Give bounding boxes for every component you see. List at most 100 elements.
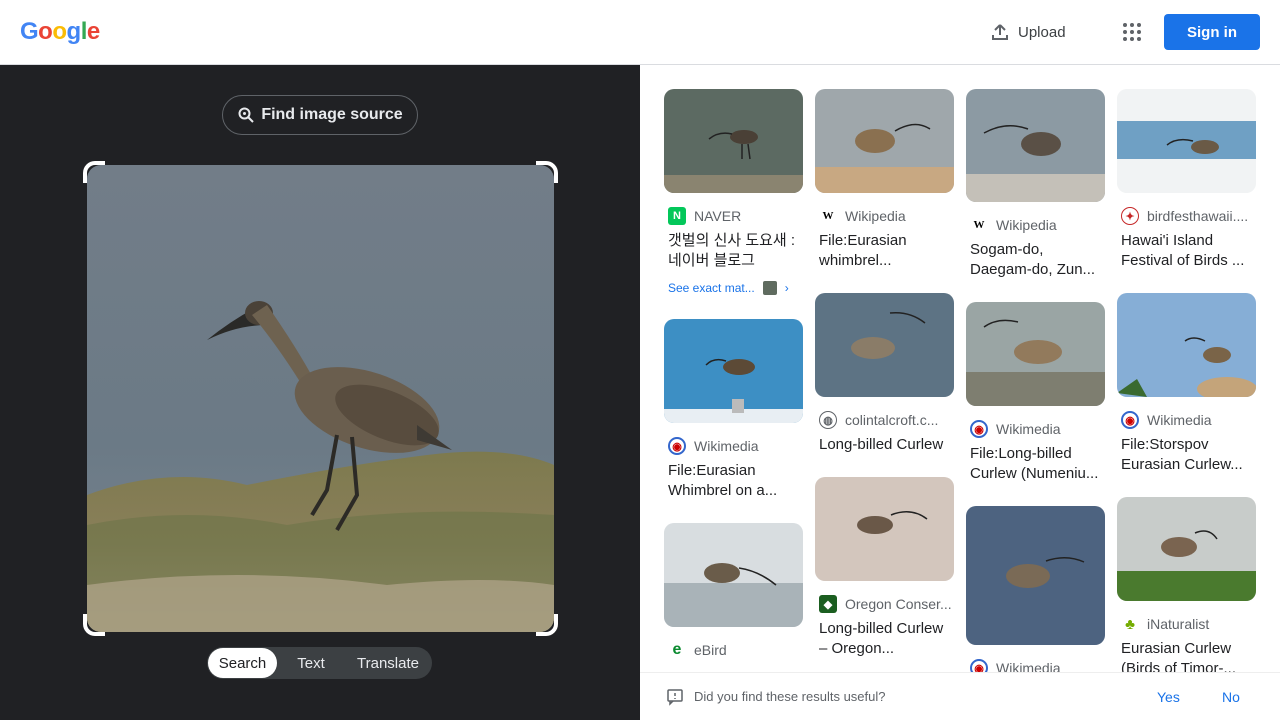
exact-match-label: See exact mat... bbox=[668, 281, 755, 295]
result-title[interactable]: File:Long-billed Curlew (Numeniu... bbox=[966, 444, 1105, 484]
source-name: colintalcroft.c... bbox=[845, 412, 939, 428]
result-title[interactable]: 갯벌의 신사 도요새 : 네이버 블로그 bbox=[664, 231, 803, 271]
globe-icon: ◍ bbox=[819, 411, 837, 429]
result-title[interactable]: Sogam-do, Daegam-do, Zun... bbox=[966, 240, 1105, 280]
find-image-source-label: Find image source bbox=[261, 106, 403, 123]
tab-search[interactable]: Search bbox=[208, 648, 277, 678]
google-logo[interactable]: Google bbox=[20, 18, 100, 46]
result-source[interactable]: ◉ Wikimedia bbox=[966, 420, 1105, 438]
result-thumbnail[interactable] bbox=[815, 89, 954, 193]
result-card[interactable]: N NAVER 갯벌의 신사 도요새 : 네이버 블로그 See exact m… bbox=[664, 89, 803, 295]
chevron-right-icon: › bbox=[784, 281, 789, 295]
exact-match-thumbnail bbox=[762, 281, 777, 295]
tab-text[interactable]: Text bbox=[277, 648, 345, 678]
source-name: eBird bbox=[694, 642, 727, 658]
mode-switcher: Search Text Translate bbox=[207, 647, 432, 679]
crop-handle-top-left[interactable] bbox=[83, 161, 105, 183]
result-title[interactable]: Long-billed Curlew bbox=[815, 435, 954, 455]
result-title[interactable]: File:Eurasian Whimbrel on a... bbox=[664, 461, 803, 501]
oregon-conservation-icon: ◆ bbox=[819, 595, 837, 613]
source-name: Oregon Conser... bbox=[845, 596, 952, 612]
result-card[interactable]: ◉ Wikimedia bbox=[966, 506, 1105, 677]
result-thumbnail[interactable] bbox=[966, 506, 1105, 645]
crop-handle-bottom-left[interactable] bbox=[83, 614, 105, 636]
result-card[interactable]: W Wikipedia File:Eurasian whimbrel... bbox=[815, 89, 954, 271]
result-card[interactable]: ♣ iNaturalist Eurasian Curlew (Birds of … bbox=[1117, 497, 1256, 679]
feedback-no-button[interactable]: No bbox=[1222, 689, 1240, 705]
result-title[interactable]: Long-billed Curlew – Oregon... bbox=[815, 619, 954, 659]
result-card[interactable]: ◆ Oregon Conser... Long-billed Curlew – … bbox=[815, 477, 954, 659]
tab-translate[interactable]: Translate bbox=[345, 648, 431, 678]
result-source[interactable]: ♣ iNaturalist bbox=[1117, 615, 1256, 633]
logo-letter: o bbox=[52, 18, 67, 45]
source-name: NAVER bbox=[694, 208, 742, 224]
source-name: Wikimedia bbox=[1147, 412, 1212, 428]
query-photo bbox=[87, 165, 554, 632]
result-card[interactable]: ◍ colintalcroft.c... Long-billed Curlew bbox=[815, 293, 954, 455]
crop-selection[interactable] bbox=[83, 161, 558, 636]
apps-grid-icon[interactable] bbox=[1120, 20, 1144, 44]
result-thumbnail[interactable] bbox=[664, 319, 803, 423]
results-column: N NAVER 갯벌의 신사 도요새 : 네이버 블로그 See exact m… bbox=[664, 89, 803, 659]
feedback-icon bbox=[667, 688, 683, 706]
result-thumbnail[interactable] bbox=[664, 89, 803, 193]
result-thumbnail[interactable] bbox=[1117, 497, 1256, 601]
result-source[interactable]: W Wikipedia bbox=[815, 207, 954, 225]
query-image-panel: Find image source Search Text Translate bbox=[0, 65, 640, 720]
result-source[interactable]: ◉ Wikimedia bbox=[664, 437, 803, 455]
result-card[interactable]: ✦ birdfesthawaii.... Hawai'i Island Fest… bbox=[1117, 89, 1256, 271]
result-source[interactable]: N NAVER bbox=[664, 207, 803, 225]
results-column: W Wikipedia Sogam-do, Daegam-do, Zun... … bbox=[966, 89, 1105, 677]
result-source[interactable]: ✦ birdfesthawaii.... bbox=[1117, 207, 1256, 225]
result-source[interactable]: ◍ colintalcroft.c... bbox=[815, 411, 954, 429]
see-exact-matches-link[interactable]: See exact mat... › bbox=[664, 281, 803, 295]
result-card[interactable]: ◉ Wikimedia File:Eurasian Whimbrel on a.… bbox=[664, 319, 803, 501]
wikipedia-icon: W bbox=[973, 219, 985, 231]
result-card[interactable]: ◉ Wikimedia File:Long-billed Curlew (Num… bbox=[966, 302, 1105, 484]
logo-letter: e bbox=[86, 18, 100, 45]
ebird-icon: e bbox=[672, 641, 682, 658]
crop-handle-bottom-right[interactable] bbox=[536, 614, 558, 636]
lens-search-icon bbox=[238, 107, 255, 123]
result-card[interactable]: W Wikipedia Sogam-do, Daegam-do, Zun... bbox=[966, 89, 1105, 280]
logo-letter: o bbox=[38, 18, 53, 45]
wikimedia-icon: ◉ bbox=[668, 437, 686, 455]
source-name: Wikipedia bbox=[845, 208, 906, 224]
result-thumbnail[interactable] bbox=[966, 89, 1105, 202]
result-thumbnail[interactable] bbox=[664, 523, 803, 627]
feedback-yes-button[interactable]: Yes bbox=[1157, 689, 1180, 705]
inaturalist-icon: ♣ bbox=[1125, 615, 1135, 633]
result-source[interactable]: ◉ Wikimedia bbox=[1117, 411, 1256, 429]
upload-label: Upload bbox=[1018, 23, 1066, 41]
result-thumbnail[interactable] bbox=[815, 293, 954, 397]
wikimedia-icon: ◉ bbox=[1121, 411, 1139, 429]
logo-letter: G bbox=[20, 18, 39, 45]
source-name: Wikipedia bbox=[996, 217, 1057, 233]
result-thumbnail[interactable] bbox=[966, 302, 1105, 406]
result-title[interactable]: File:Eurasian whimbrel... bbox=[815, 231, 954, 271]
top-header: Google Upload Sign in bbox=[0, 0, 1280, 65]
naver-icon: N bbox=[668, 207, 686, 225]
results-column: ✦ birdfesthawaii.... Hawai'i Island Fest… bbox=[1117, 89, 1256, 679]
result-source[interactable]: W Wikipedia bbox=[966, 216, 1105, 234]
feedback-bar: Did you find these results useful? Yes N… bbox=[640, 672, 1280, 720]
find-image-source-button[interactable]: Find image source bbox=[222, 95, 418, 135]
source-name: Wikimedia bbox=[996, 421, 1061, 437]
result-thumbnail[interactable] bbox=[1117, 293, 1256, 397]
sign-in-button[interactable]: Sign in bbox=[1164, 14, 1260, 50]
wikimedia-icon: ◉ bbox=[970, 420, 988, 438]
result-title[interactable]: Hawai'i Island Festival of Birds ... bbox=[1117, 231, 1256, 271]
result-source[interactable]: e eBird bbox=[664, 641, 803, 659]
result-thumbnail[interactable] bbox=[815, 477, 954, 581]
feedback-question: Did you find these results useful? bbox=[694, 689, 886, 704]
result-thumbnail[interactable] bbox=[1117, 89, 1256, 193]
crop-handle-top-right[interactable] bbox=[536, 161, 558, 183]
birdfest-icon: ✦ bbox=[1121, 207, 1139, 225]
result-title[interactable]: File:Storspov Eurasian Curlew... bbox=[1117, 435, 1256, 475]
result-source[interactable]: ◆ Oregon Conser... bbox=[815, 595, 954, 613]
logo-letter: g bbox=[66, 18, 82, 45]
result-card[interactable]: ◉ Wikimedia File:Storspov Eurasian Curle… bbox=[1117, 293, 1256, 475]
result-card[interactable]: e eBird bbox=[664, 523, 803, 659]
results-column: W Wikipedia File:Eurasian whimbrel... ◍ … bbox=[815, 89, 954, 659]
upload-button[interactable]: Upload bbox=[990, 18, 1066, 46]
